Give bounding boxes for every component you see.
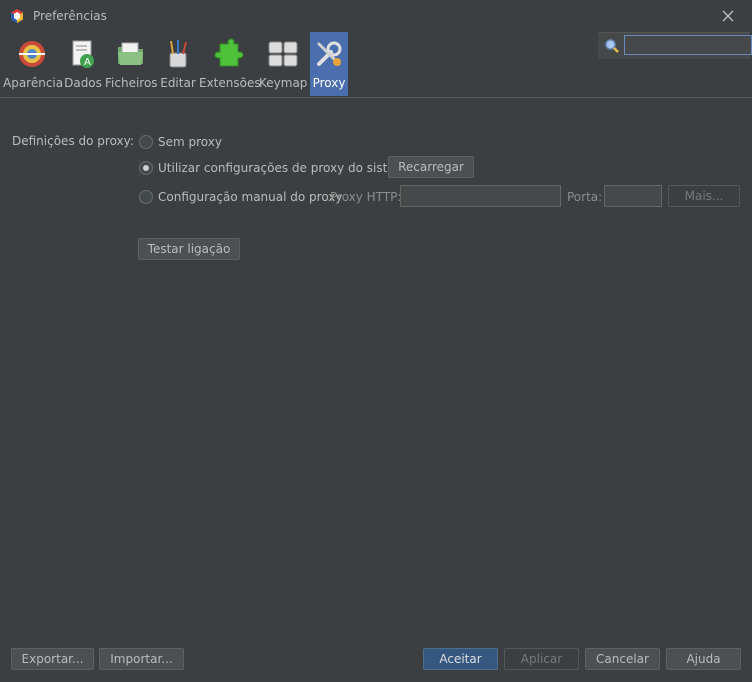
proxy-icon <box>317 41 342 66</box>
tab-proxy[interactable]: Proxy <box>310 32 348 96</box>
radio-no-proxy[interactable] <box>139 135 153 149</box>
tab-label: Editar <box>160 76 196 90</box>
system-proxy-label[interactable]: Utilizar configurações de proxy do siste… <box>158 161 414 175</box>
tab-extensions[interactable]: Extensões <box>199 32 261 96</box>
no-proxy-label[interactable]: Sem proxy <box>158 135 222 149</box>
proxy-settings-label: Definições do proxy: <box>12 134 134 148</box>
tab-label: Proxy <box>312 76 346 90</box>
search-input[interactable] <box>624 35 752 55</box>
tab-data[interactable]: A Dados <box>63 32 103 96</box>
tab-keymap[interactable]: Keymap <box>259 32 307 96</box>
edit-icon <box>169 40 187 68</box>
search-bar <box>598 32 752 59</box>
radio-system-proxy[interactable] <box>139 161 153 175</box>
tab-label: Dados <box>64 76 102 90</box>
search-icon <box>605 39 619 53</box>
appearance-icon <box>19 41 45 67</box>
title-bar: Preferências <box>0 0 752 32</box>
extensions-icon <box>214 38 244 67</box>
more-button[interactable]: Mais... <box>668 185 740 207</box>
keymap-icon <box>268 41 298 67</box>
divider <box>0 97 752 98</box>
close-icon[interactable] <box>720 8 736 24</box>
apply-button[interactable]: Aplicar <box>504 648 579 670</box>
app-logo-icon <box>11 9 23 23</box>
data-icon: A <box>72 40 94 68</box>
reload-button[interactable]: Recarregar <box>388 156 474 178</box>
tab-label: Keymap <box>259 76 308 90</box>
files-icon <box>118 42 143 65</box>
tab-appearance[interactable]: Aparência <box>3 32 64 96</box>
help-button[interactable]: Ajuda <box>666 648 741 670</box>
tab-label: Aparência <box>3 76 64 90</box>
port-label: Porta: <box>567 190 603 204</box>
export-button[interactable]: Exportar... <box>11 648 94 670</box>
window-title: Preferências <box>33 9 107 23</box>
test-connection-button[interactable]: Testar ligação <box>138 238 240 260</box>
tab-label: Extensões <box>199 76 261 90</box>
manual-proxy-label[interactable]: Configuração manual do proxy <box>158 190 343 204</box>
proxy-http-label: Proxy HTTP: <box>330 190 402 204</box>
accept-button[interactable]: Aceitar <box>423 648 498 670</box>
radio-manual-proxy[interactable] <box>139 190 153 204</box>
svg-text:A: A <box>84 57 91 68</box>
tab-edit[interactable]: Editar <box>159 32 197 96</box>
import-button[interactable]: Importar... <box>99 648 184 670</box>
port-input[interactable] <box>604 185 662 207</box>
cancel-button[interactable]: Cancelar <box>585 648 660 670</box>
proxy-http-input[interactable] <box>400 185 561 207</box>
tab-label: Ficheiros <box>105 76 158 90</box>
tab-files[interactable]: Ficheiros <box>105 32 158 96</box>
